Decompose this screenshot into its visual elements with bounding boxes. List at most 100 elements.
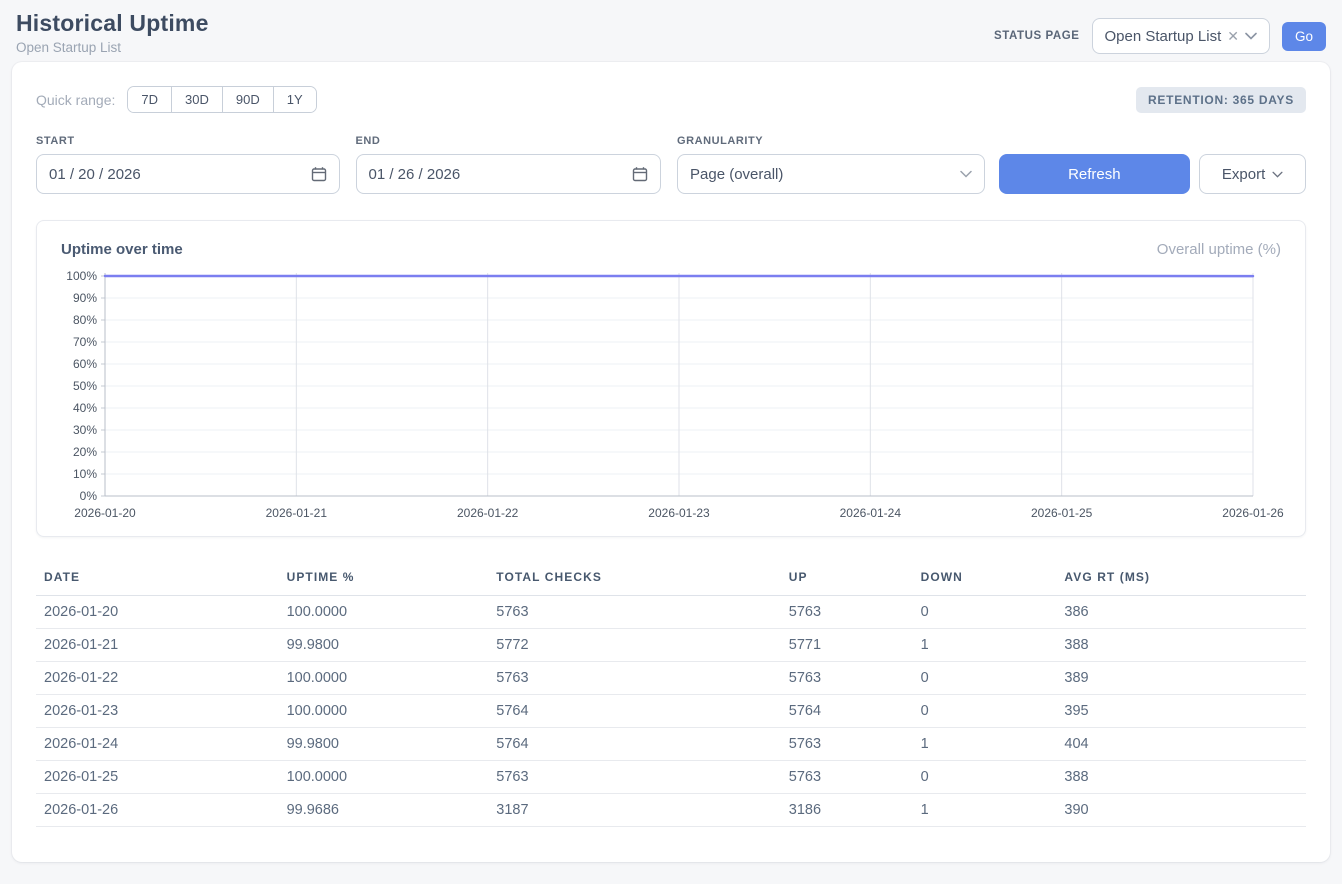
svg-text:40%: 40% [73,401,97,415]
table-cell: 5763 [781,761,913,794]
start-date-value: 01 / 20 / 2026 [49,166,141,183]
svg-text:0%: 0% [80,489,98,503]
svg-text:2026-01-22: 2026-01-22 [457,506,519,520]
chevron-down-icon [1245,32,1257,40]
quick-range-7d-button[interactable]: 7D [128,87,171,112]
table-cell: 0 [913,596,1057,629]
table-row: 2026-01-2499.9800576457631404 [36,728,1306,761]
table-cell: 1 [913,629,1057,662]
start-date-label: START [36,135,340,147]
page-title: Historical Uptime [16,10,209,37]
uptime-chart-card: Uptime over time Overall uptime (%) 0% 10… [36,220,1306,537]
svg-text:30%: 30% [73,423,97,437]
status-page-select[interactable]: Open Startup List ✕ [1092,18,1270,54]
header-controls: STATUS PAGE Open Startup List ✕ Go [994,18,1326,54]
col-header-date: DATE [36,561,279,596]
table-cell: 1 [913,794,1057,827]
title-block: Historical Uptime Open Startup List [16,10,209,55]
table-cell: 1 [913,728,1057,761]
quick-range-90d-button[interactable]: 90D [222,87,273,112]
table-cell: 100.0000 [279,596,489,629]
end-date-input[interactable]: 01 / 26 / 2026 [356,154,662,194]
end-date-label: END [356,135,662,147]
svg-text:2026-01-20: 2026-01-20 [74,506,136,520]
page-subtitle: Open Startup List [16,40,209,55]
table-cell: 100.0000 [279,695,489,728]
svg-text:100%: 100% [66,269,97,283]
svg-text:2026-01-26: 2026-01-26 [1222,506,1284,520]
table-cell: 0 [913,662,1057,695]
table-cell: 2026-01-22 [36,662,279,695]
table-row: 2026-01-22100.0000576357630389 [36,662,1306,695]
table-cell: 2026-01-24 [36,728,279,761]
quick-range-1y-button[interactable]: 1Y [273,87,316,112]
table-cell: 5764 [488,728,781,761]
table-cell: 0 [913,761,1057,794]
table-cell: 5763 [488,761,781,794]
table-cell: 5764 [488,695,781,728]
table-cell: 2026-01-20 [36,596,279,629]
table-cell: 2026-01-26 [36,794,279,827]
col-header-up: UP [781,561,913,596]
go-button[interactable]: Go [1282,22,1326,51]
filter-form-row: START 01 / 20 / 2026 END 01 / 26 / 2026 [36,135,1306,194]
granularity-value: Page (overall) [690,166,783,183]
refresh-button[interactable]: Refresh [999,154,1191,194]
table-cell: 5763 [781,596,913,629]
table-cell: 5764 [781,695,913,728]
svg-text:60%: 60% [73,357,97,371]
table-row: 2026-01-23100.0000576457640395 [36,695,1306,728]
table-cell: 388 [1056,761,1306,794]
svg-text:2026-01-24: 2026-01-24 [840,506,902,520]
svg-text:70%: 70% [73,335,97,349]
chevron-down-icon [1272,171,1283,178]
svg-text:10%: 10% [73,467,97,481]
calendar-icon[interactable] [632,166,648,182]
table-cell: 5763 [488,596,781,629]
table-cell: 5771 [781,629,913,662]
table-cell: 5772 [488,629,781,662]
quick-range-group: 7D 30D 90D 1Y [127,86,316,113]
table-cell: 390 [1056,794,1306,827]
svg-text:20%: 20% [73,445,97,459]
col-header-total-checks: TOTAL CHECKS [488,561,781,596]
table-cell: 404 [1056,728,1306,761]
export-button-label: Export [1222,166,1265,183]
table-cell: 5763 [781,728,913,761]
svg-text:2026-01-23: 2026-01-23 [648,506,710,520]
svg-text:50%: 50% [73,379,97,393]
table-cell: 99.9800 [279,728,489,761]
status-page-select-value: Open Startup List [1105,28,1222,45]
page-header: Historical Uptime Open Startup List STAT… [0,0,1342,62]
chart-title: Uptime over time [61,241,183,258]
table-cell: 3186 [781,794,913,827]
table-cell: 386 [1056,596,1306,629]
table-cell: 99.9800 [279,629,489,662]
main-panel: Quick range: 7D 30D 90D 1Y RETENTION: 36… [12,62,1330,862]
granularity-select[interactable]: Page (overall) [677,154,985,194]
table-cell: 99.9686 [279,794,489,827]
quick-range-30d-button[interactable]: 30D [171,87,222,112]
table-cell: 2026-01-25 [36,761,279,794]
svg-text:2026-01-21: 2026-01-21 [266,506,328,520]
quick-range-label: Quick range: [36,92,115,108]
uptime-line-chart: 0% 10% 20% 30% 40% 50% 60% 70% 80% 90% 100% 2026-01… [61,266,1293,522]
table-cell: 388 [1056,629,1306,662]
svg-text:80%: 80% [73,313,97,327]
table-cell: 2026-01-21 [36,629,279,662]
col-header-uptime: UPTIME % [279,561,489,596]
table-cell: 5763 [781,662,913,695]
table-cell: 3187 [488,794,781,827]
start-date-input[interactable]: 01 / 20 / 2026 [36,154,340,194]
table-row: 2026-01-20100.0000576357630386 [36,596,1306,629]
calendar-icon[interactable] [311,166,327,182]
quick-range-row: Quick range: 7D 30D 90D 1Y RETENTION: 36… [36,86,1306,113]
clear-icon[interactable]: ✕ [1227,29,1239,43]
svg-text:90%: 90% [73,291,97,305]
chart-legend: Overall uptime (%) [1157,241,1281,258]
export-button[interactable]: Export [1199,154,1306,194]
col-header-down: DOWN [913,561,1057,596]
chevron-down-icon [960,170,972,178]
table-cell: 100.0000 [279,761,489,794]
table-cell: 2026-01-23 [36,695,279,728]
